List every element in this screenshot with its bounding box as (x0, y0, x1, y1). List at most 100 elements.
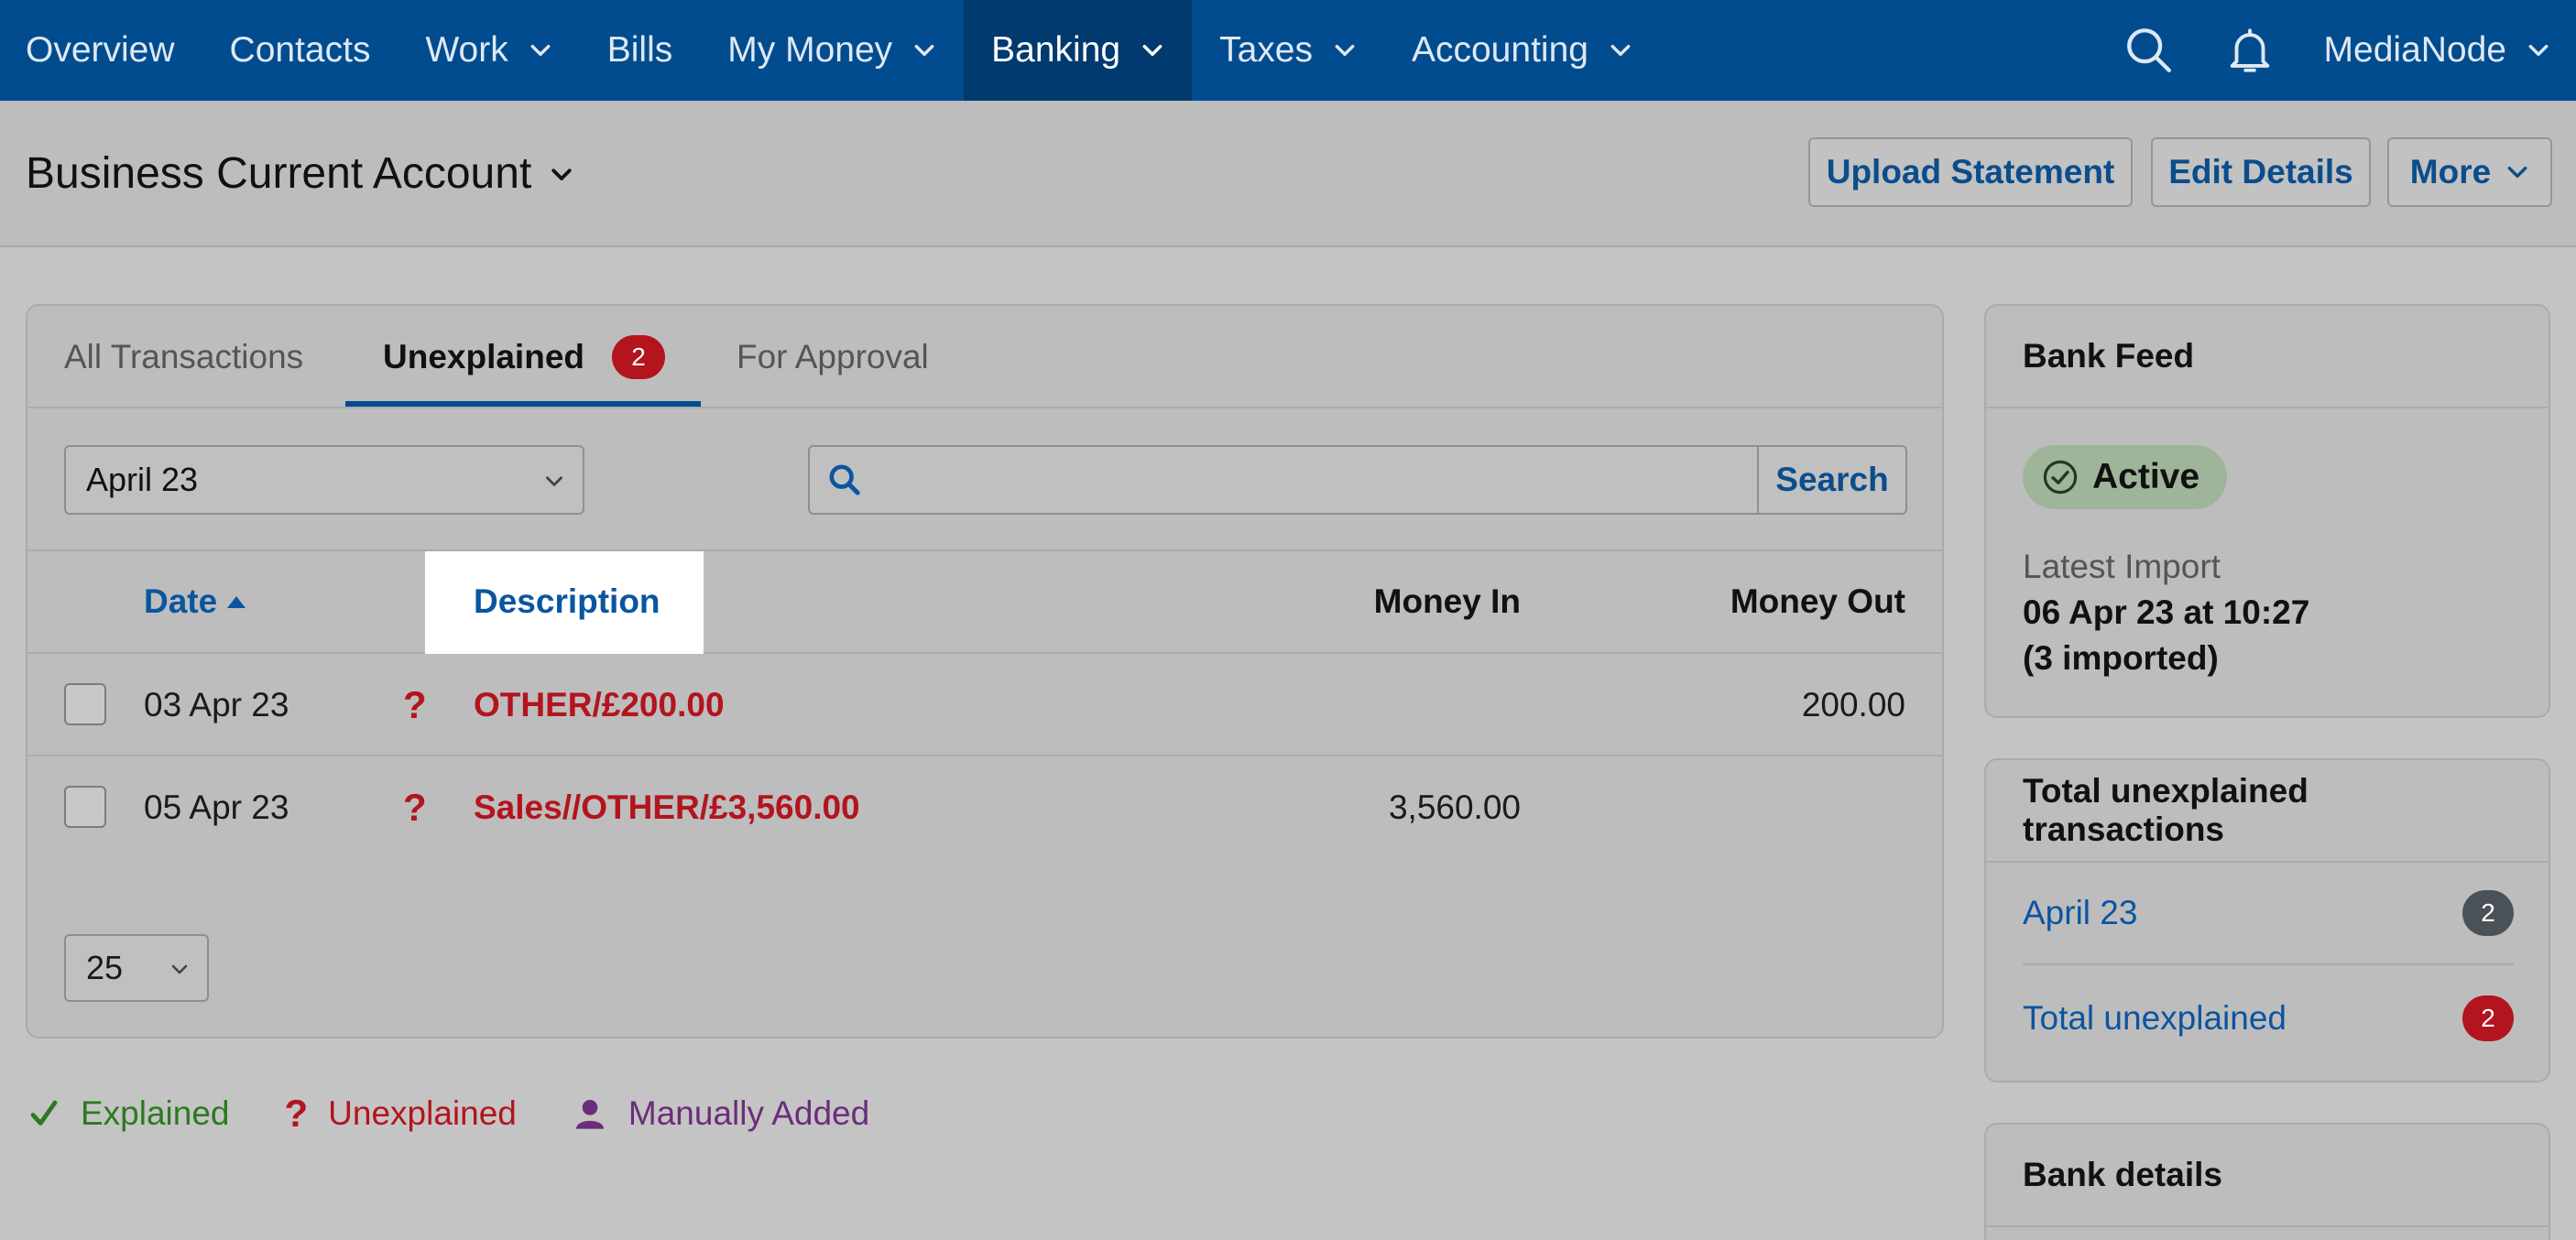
total-unexplained-link[interactable]: Total unexplained (2023, 999, 2287, 1038)
edit-details-label: Edit Details (2168, 153, 2353, 190)
row-date: 03 Apr 23 (144, 686, 289, 723)
nav-item-label: Bills (606, 30, 673, 70)
nav-item-label: Overview (26, 30, 175, 70)
filter-bar: April 23 Search (27, 408, 1942, 551)
top-navigation: Overview Contacts Work Bills My Money Ba… (0, 0, 2576, 101)
row-money-out: 200.00 (1801, 686, 1905, 723)
page-size-value: 25 (86, 949, 124, 986)
row-checkbox[interactable] (64, 683, 106, 725)
legend-manual-label: Manually Added (628, 1094, 870, 1132)
tab-unexplained[interactable]: Unexplained 2 (383, 306, 665, 408)
chevron-down-icon (1610, 44, 1631, 57)
search-button[interactable]: Search (1757, 447, 1905, 513)
nav-item-label: Taxes (1219, 30, 1313, 70)
transaction-tabs: All Transactions Unexplained 2 For Approv… (27, 306, 1942, 408)
chevron-down-icon (2507, 166, 2527, 179)
upload-statement-button[interactable]: Upload Statement (1808, 137, 2133, 207)
unexplained-status-icon: ? (403, 786, 427, 829)
chevron-down-icon (546, 476, 562, 486)
unexplained-total-row: Total unexplained 2 (2023, 967, 2514, 1070)
table-row: 03 Apr 23 ? OTHER/£200.00 200.00 (27, 654, 1942, 756)
description-column-header[interactable]: Description (474, 551, 660, 652)
more-button[interactable]: More (2387, 137, 2552, 207)
table-header: Date Description Money In Money Out (27, 551, 1942, 654)
nav-item-label: Banking (991, 30, 1121, 70)
chevron-down-icon (914, 44, 934, 57)
upload-statement-label: Upload Statement (1826, 153, 2115, 190)
user-icon (572, 1095, 608, 1132)
row-checkbox[interactable] (64, 786, 106, 828)
nav-notifications-button[interactable] (2199, 0, 2300, 101)
bank-details-title: Bank details (1986, 1125, 2549, 1227)
nav-item-my-money[interactable]: My Money (700, 0, 964, 101)
money-in-column-header[interactable]: Money In (1374, 551, 1521, 652)
total-count-badge: 2 (2462, 995, 2514, 1041)
nav-item-bills[interactable]: Bills (580, 0, 701, 101)
month-select-value: April 23 (86, 461, 199, 498)
row-date: 05 Apr 23 (144, 789, 289, 826)
nav-item-banking[interactable]: Banking (964, 0, 1193, 101)
description-header-label: Description (474, 582, 660, 620)
account-selector[interactable]: Business Current Account (26, 148, 575, 199)
bank-feed-card: Bank Feed Active Latest Import 06 Apr 23… (1984, 304, 2550, 718)
user-menu-label: MediaNode (2323, 30, 2506, 70)
page-title: Business Current Account (26, 149, 532, 198)
month-select[interactable]: April 23 (64, 445, 584, 515)
bank-details-card: Bank details (1984, 1123, 2550, 1240)
latest-import-value: 06 Apr 23 at 10:27 (2023, 593, 2310, 631)
tab-label: For Approval (737, 338, 929, 375)
date-column-header[interactable]: Date (144, 551, 248, 652)
nav-item-work[interactable]: Work (398, 0, 579, 101)
more-label: More (2409, 153, 2492, 190)
tab-for-approval[interactable]: For Approval (737, 306, 929, 408)
bank-feed-title: Bank Feed (1986, 306, 2549, 408)
status-legend: Explained ? Unexplained Manually Added (27, 1092, 924, 1136)
chevron-down-icon (1335, 44, 1355, 57)
page-header: Business Current Account Upload Statemen… (0, 101, 2576, 247)
nav-item-contacts[interactable]: Contacts (202, 0, 398, 101)
bell-icon (2230, 28, 2269, 72)
table-row: 05 Apr 23 ? Sales//OTHER/£3,560.00 3,560… (27, 756, 1942, 859)
sort-ascending-icon (227, 596, 246, 608)
question-mark-icon: ? (284, 1092, 309, 1135)
search-input[interactable] (879, 447, 1757, 513)
unexplained-month-link[interactable]: April 23 (2023, 894, 2137, 932)
search-button-label: Search (1775, 461, 1889, 498)
page-size-select[interactable]: 25 (64, 934, 209, 1002)
legend-explained: Explained (27, 1094, 230, 1133)
check-circle-icon (2041, 458, 2079, 496)
row-description-link[interactable]: OTHER/£200.00 (474, 654, 725, 756)
tab-all-transactions[interactable]: All Transactions (64, 306, 303, 408)
nav-right-group: MediaNode (2099, 0, 2576, 101)
legend-manually-added: Manually Added (572, 1094, 869, 1133)
status-badge: Active (2023, 445, 2228, 509)
checkmark-icon (27, 1097, 60, 1130)
nav-item-label: Work (425, 30, 508, 70)
unexplained-summary-title: Total unexplained transactions (1986, 760, 2549, 863)
legend-unexplained: ? Unexplained (285, 1092, 517, 1136)
search-box: Search (808, 445, 1907, 515)
user-menu[interactable]: MediaNode (2300, 0, 2576, 101)
search-icon (2126, 28, 2171, 72)
active-tab-indicator (345, 401, 701, 407)
nav-item-accounting[interactable]: Accounting (1384, 0, 1660, 101)
edit-details-button[interactable]: Edit Details (2151, 137, 2371, 207)
nav-item-overview[interactable]: Overview (0, 0, 202, 101)
nav-item-label: My Money (727, 30, 893, 70)
search-icon (829, 464, 860, 495)
tab-label: All Transactions (64, 338, 304, 375)
unexplained-count-badge: 2 (612, 335, 665, 379)
nav-item-label: Contacts (229, 30, 371, 70)
nav-item-taxes[interactable]: Taxes (1192, 0, 1384, 101)
transactions-card: All Transactions Unexplained 2 For Approv… (26, 304, 1944, 1039)
nav-search-button[interactable] (2099, 0, 2199, 101)
row-description-link[interactable]: Sales//OTHER/£3,560.00 (474, 756, 860, 859)
imported-count: (3 imported) (2023, 639, 2219, 677)
money-in-header-label: Money In (1373, 582, 1521, 620)
row-money-in: 3,560.00 (1388, 789, 1521, 826)
latest-import-label: Latest Import (2023, 548, 2221, 585)
search-icon-container (810, 447, 879, 513)
chevron-down-icon (551, 168, 572, 180)
money-out-column-header[interactable]: Money Out (1730, 551, 1905, 652)
chevron-down-icon (171, 964, 188, 974)
